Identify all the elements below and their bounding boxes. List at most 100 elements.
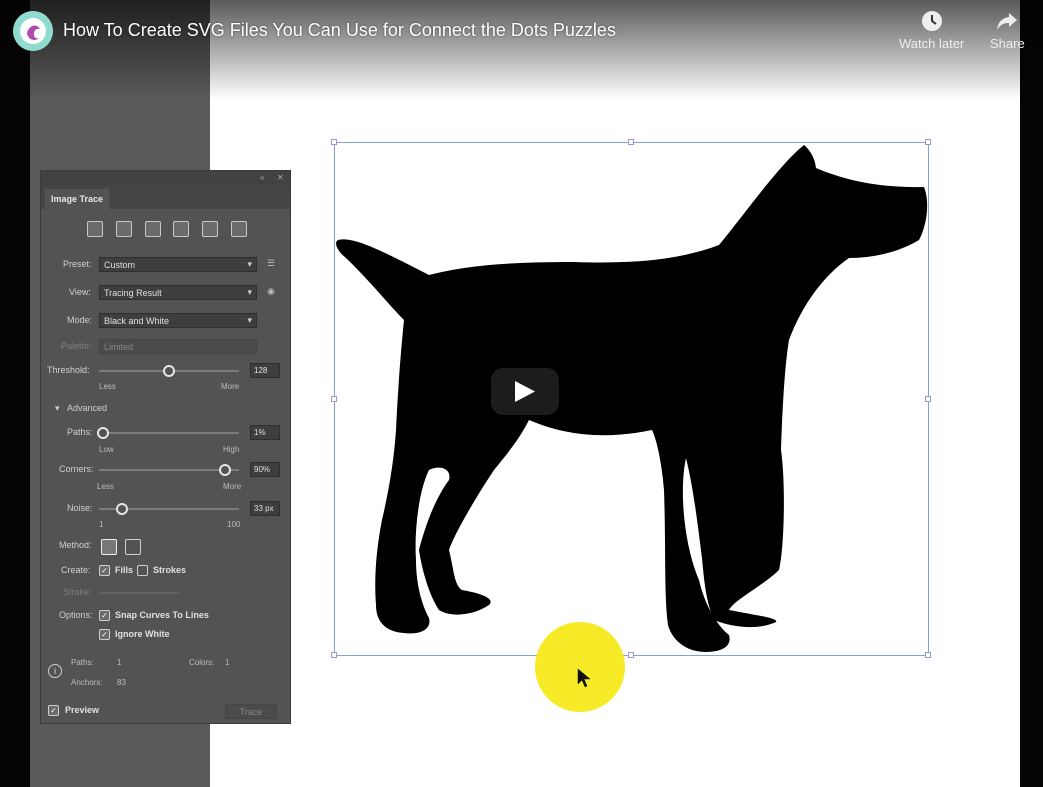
chevron-down-icon: ▾ [247, 259, 252, 269]
stats-anchors-label: Anchors: [71, 678, 103, 687]
stats-anchors-value: 83 [117, 678, 126, 687]
view-row: View: Tracing Result ▾ ◉ [41, 285, 290, 301]
corners-slider-knob[interactable] [219, 464, 231, 476]
paths-slider[interactable] [99, 432, 239, 434]
black-white-icon[interactable] [202, 221, 219, 237]
corners-slider[interactable] [99, 469, 239, 471]
stroke-row: Stroke: [41, 585, 290, 601]
paths-value[interactable]: 1% [250, 425, 280, 440]
channel-logo-icon [13, 11, 53, 51]
view-label: View: [69, 287, 91, 297]
palette-value: Limited [104, 342, 134, 352]
image-trace-panel[interactable]: « ✕ Image Trace Preset: Custom ▾ ☰ View: [40, 170, 291, 724]
fills-checkbox[interactable]: ✓ [99, 565, 110, 576]
channel-avatar[interactable] [13, 11, 53, 51]
trace-button[interactable]: Trace [225, 704, 277, 719]
outline-icon[interactable] [230, 221, 247, 237]
stroke-label: Stroke: [63, 587, 92, 597]
low-color-icon[interactable] [144, 221, 161, 237]
preview-label: Preview [65, 705, 100, 715]
corners-label: Corners: [59, 464, 94, 474]
resize-handle-mr[interactable] [925, 396, 931, 402]
noise-value[interactable]: 33 px [250, 501, 280, 516]
preset-menu-icon[interactable]: ☰ [267, 258, 279, 270]
close-icon[interactable]: ✕ [277, 173, 284, 182]
preview-row: ✓ Preview Trace [41, 704, 290, 720]
preset-row: Preset: Custom ▾ ☰ [41, 257, 290, 273]
create-row: Create: ✓ Fills Strokes [41, 563, 290, 579]
abutting-method-icon[interactable] [101, 539, 117, 555]
tab-image-trace[interactable]: Image Trace [45, 189, 110, 209]
video-title[interactable]: How To Create SVG Files You Can Use for … [63, 20, 616, 41]
resize-handle-br[interactable] [925, 652, 931, 658]
eye-icon[interactable]: ◉ [267, 286, 279, 298]
chevron-down-icon: ▾ [247, 315, 252, 325]
panel-titlebar[interactable]: « ✕ [41, 171, 290, 185]
mode-value: Black and White [104, 316, 170, 326]
watch-later-button[interactable]: Watch later [899, 10, 964, 51]
preset-label: Preset: [63, 259, 92, 269]
corners-row: Corners: 90% [41, 462, 290, 478]
ignore-white-row: ✓ Ignore White [41, 627, 290, 643]
play-icon [515, 381, 535, 402]
view-dropdown[interactable]: Tracing Result ▾ [99, 285, 257, 300]
info-icon[interactable]: i [48, 664, 62, 678]
high-color-icon[interactable] [115, 221, 132, 237]
resize-handle-bc[interactable] [628, 652, 634, 658]
palette-row: Palette: Limited [41, 339, 290, 355]
paths-max-label: High [223, 445, 240, 454]
mode-dropdown[interactable]: Black and White ▾ [99, 313, 257, 328]
panel-tab-row: Image Trace [41, 185, 290, 209]
resize-handle-ml[interactable] [331, 396, 337, 402]
video-player[interactable]: « ✕ Image Trace Preset: Custom ▾ ☰ View: [0, 0, 1043, 787]
collapse-icon[interactable]: « [260, 173, 264, 182]
auto-color-icon[interactable] [87, 221, 103, 237]
stroke-slider[interactable] [99, 592, 179, 594]
preset-icon-row [87, 221, 247, 239]
snap-curves-checkbox[interactable]: ✓ [99, 610, 110, 621]
mouse-pointer-icon [577, 668, 591, 688]
advanced-label: Advanced [67, 403, 108, 413]
right-letterbox [1020, 0, 1043, 787]
options-row: Options: ✓ Snap Curves To Lines [41, 608, 290, 624]
paths-slider-knob[interactable] [97, 427, 109, 439]
resize-handle-bl[interactable] [331, 652, 337, 658]
threshold-value[interactable]: 128 [250, 363, 280, 378]
ignore-white-label: Ignore White [115, 629, 170, 639]
title-gradient [0, 0, 1043, 100]
snap-curves-label: Snap Curves To Lines [115, 610, 209, 620]
preview-checkbox[interactable]: ✓ [48, 705, 59, 716]
stats-colors-label: Colors: [189, 658, 215, 667]
advanced-toggle[interactable]: ▾ Advanced [41, 401, 290, 417]
grayscale-icon[interactable] [173, 221, 190, 237]
noise-row: Noise: 33 px [41, 501, 290, 517]
threshold-slider-knob[interactable] [163, 365, 175, 377]
paths-row: Paths: 1% [41, 425, 290, 441]
palette-dropdown[interactable]: Limited [99, 339, 257, 354]
resize-handle-tr[interactable] [925, 139, 931, 145]
preset-dropdown[interactable]: Custom ▾ [99, 257, 257, 272]
corners-value[interactable]: 90% [250, 462, 280, 477]
stats-paths-label: Paths: [71, 658, 94, 667]
noise-slider-knob[interactable] [116, 503, 128, 515]
resize-handle-tc[interactable] [628, 139, 634, 145]
threshold-label: Threshold: [47, 365, 90, 375]
method-label: Method: [59, 540, 92, 550]
ignore-white-checkbox[interactable]: ✓ [99, 629, 110, 640]
threshold-row: Threshold: 128 [41, 363, 290, 379]
selection-bounding-box [331, 139, 931, 658]
play-button[interactable] [491, 368, 559, 415]
fills-label: Fills [115, 565, 134, 575]
disclosure-triangle-icon: ▾ [55, 403, 60, 413]
corners-max-label: More [223, 482, 242, 491]
strokes-checkbox[interactable] [137, 565, 148, 576]
threshold-max-label: More [221, 382, 240, 391]
paths-label: Paths: [67, 427, 93, 437]
chevron-down-icon: ▾ [247, 287, 252, 297]
view-value: Tracing Result [104, 288, 162, 298]
stats-paths-value: 1 [117, 658, 122, 667]
share-button[interactable]: Share [990, 10, 1025, 51]
resize-handle-tl[interactable] [331, 139, 337, 145]
method-row: Method: [41, 538, 290, 556]
overlapping-method-icon[interactable] [125, 539, 141, 555]
